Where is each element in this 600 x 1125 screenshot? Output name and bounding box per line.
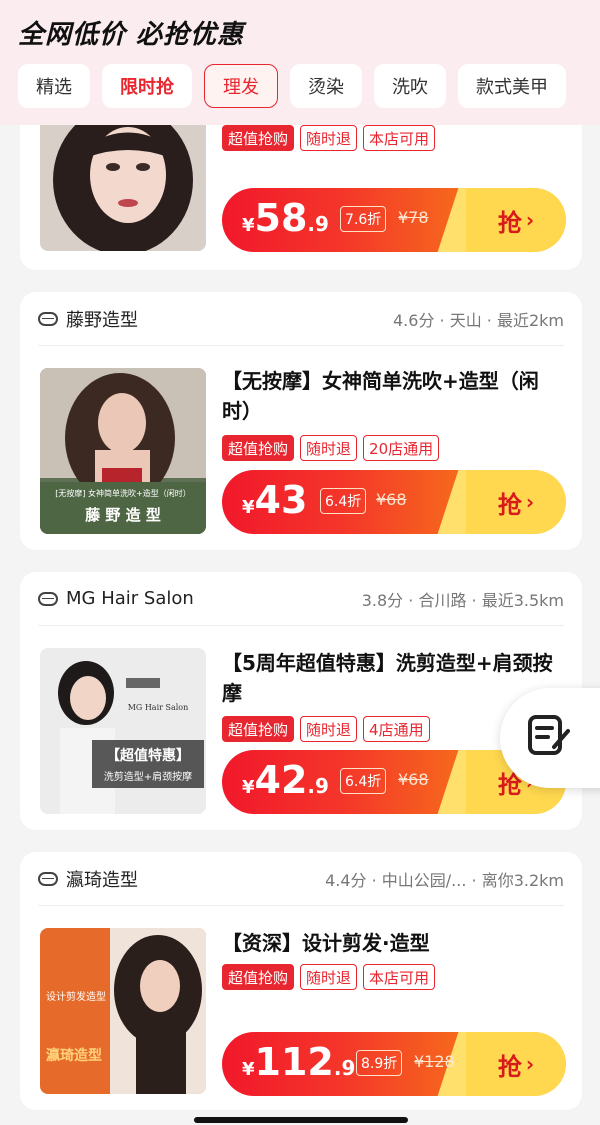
shop-header[interactable]: 藤野造型 4.6分 · 天山 · 最近2km bbox=[38, 292, 564, 346]
shop-icon bbox=[38, 871, 58, 886]
tab-perm-dye[interactable]: 烫染 bbox=[290, 64, 362, 108]
buy-bar[interactable]: ¥ 58 .9 7.6折 ¥78 抢 › bbox=[222, 188, 566, 252]
grab-button[interactable]: 抢 › bbox=[466, 1032, 566, 1096]
shop-name: 藤野造型 bbox=[66, 309, 138, 331]
deal-card[interactable]: MG Hair Salon 3.8分 · 合川路 · 最近3.5km MG Ha… bbox=[20, 572, 582, 830]
tag-scope: 4店通用 bbox=[363, 716, 430, 742]
original-price: ¥78 bbox=[398, 208, 429, 227]
deal-title[interactable]: 【无按摩】女神简单洗吹+造型（闲时） bbox=[222, 366, 566, 426]
original-price: ¥68 bbox=[376, 490, 407, 509]
tag-refund: 随时退 bbox=[300, 716, 358, 742]
shop-header[interactable]: 瀛琦造型 4.4分 · 中山公园/... · 离你3.2km bbox=[38, 852, 564, 906]
tab-haircut[interactable]: 理发 bbox=[204, 64, 278, 108]
tab-wash-blow[interactable]: 洗吹 bbox=[374, 64, 446, 108]
tag-scope: 20店通用 bbox=[363, 435, 440, 461]
shop-name: 瀛琦造型 bbox=[66, 869, 138, 891]
discount-badge: 7.6折 bbox=[340, 206, 387, 232]
deal-card[interactable]: 瀛琦造型 4.4分 · 中山公园/... · 离你3.2km 设计剪发造型 瀛琦… bbox=[20, 852, 582, 1110]
chevron-right-icon: › bbox=[525, 490, 535, 514]
shop-meta: 3.8分 · 合川路 · 最近3.5km bbox=[361, 590, 564, 610]
shop-meta: 4.6分 · 天山 · 最近2km bbox=[393, 310, 564, 330]
buy-bar[interactable]: ¥ 112 .9 8.9折 ¥128 抢 › bbox=[222, 1032, 566, 1096]
grab-button[interactable]: 抢 › bbox=[466, 470, 566, 534]
deal-tags: 超值抢购 随时退 4店通用 bbox=[222, 716, 430, 742]
floating-note-button[interactable] bbox=[500, 688, 600, 788]
shop-icon bbox=[38, 591, 58, 606]
tab-nail[interactable]: 款式美甲 bbox=[458, 64, 566, 108]
tag-refund: 随时退 bbox=[300, 964, 358, 990]
deal-tags: 超值抢购 随时退 本店可用 bbox=[222, 964, 436, 990]
chevron-right-icon: › bbox=[525, 208, 535, 232]
tag-scope: 本店可用 bbox=[363, 964, 436, 990]
tag-scope: 本店可用 bbox=[363, 125, 436, 151]
tab-featured[interactable]: 精选 bbox=[18, 64, 90, 108]
deal-thumbnail[interactable]: MG Hair Salon 【超值特惠】 洗剪造型+肩颈按摩 bbox=[40, 648, 206, 814]
deal-title[interactable]: 【资深】设计剪发·造型 bbox=[222, 928, 566, 958]
grab-button[interactable]: 抢 › bbox=[466, 188, 566, 252]
svg-text:[无按摩] 女神简单洗吹+造型（闲时）: [无按摩] 女神简单洗吹+造型（闲时） bbox=[55, 488, 191, 498]
original-price: ¥68 bbox=[398, 770, 429, 789]
top-header: 全网低价 必抢优惠 精选 限时抢 理发 烫染 洗吹 款式美甲 bbox=[0, 0, 600, 125]
deal-thumbnail[interactable]: [无按摩] 女神简单洗吹+造型（闲时） 藤 野 造 型 bbox=[40, 368, 206, 534]
shop-header[interactable]: MG Hair Salon 3.8分 · 合川路 · 最近3.5km bbox=[38, 572, 564, 626]
deal-price: ¥ 112 .9 bbox=[242, 1040, 356, 1084]
original-price: ¥128 bbox=[414, 1052, 455, 1071]
deal-price: ¥ 58 .9 bbox=[242, 196, 329, 240]
discount-badge: 8.9折 bbox=[356, 1050, 403, 1076]
svg-text:藤 野 造 型: 藤 野 造 型 bbox=[85, 506, 161, 524]
shop-name: MG Hair Salon bbox=[66, 588, 194, 609]
deal-card[interactable]: 藤野造型 4.6分 · 天山 · 最近2km [无按摩] 女神简单洗吹+造型（闲… bbox=[20, 292, 582, 550]
deal-price: ¥ 43 bbox=[242, 478, 308, 522]
tag-flash: 超值抢购 bbox=[222, 125, 295, 151]
home-indicator bbox=[194, 1117, 408, 1123]
discount-badge: 6.4折 bbox=[320, 488, 367, 514]
deal-thumbnail[interactable] bbox=[40, 125, 206, 251]
chevron-right-icon: › bbox=[525, 1052, 535, 1076]
svg-text:洗剪造型+肩颈按摩: 洗剪造型+肩颈按摩 bbox=[104, 770, 192, 783]
tag-flash: 超值抢购 bbox=[222, 716, 295, 742]
discount-badge: 6.4折 bbox=[340, 768, 387, 794]
deal-thumbnail[interactable]: 设计剪发造型 瀛琦造型 bbox=[40, 928, 206, 1094]
edit-note-icon bbox=[526, 713, 572, 763]
buy-bar[interactable]: ¥ 43 6.4折 ¥68 抢 › bbox=[222, 470, 566, 534]
svg-text:瀛琦造型: 瀛琦造型 bbox=[45, 1047, 102, 1064]
svg-text:MG Hair Salon: MG Hair Salon bbox=[128, 703, 189, 712]
svg-text:设计剪发造型: 设计剪发造型 bbox=[46, 990, 106, 1003]
page-title: 全网低价 必抢优惠 bbox=[18, 20, 245, 50]
deal-price: ¥ 42 .9 bbox=[242, 758, 329, 802]
deal-tags: 超值抢购 随时退 20店通用 bbox=[222, 435, 440, 461]
tag-refund: 随时退 bbox=[300, 125, 358, 151]
tab-flash-sale[interactable]: 限时抢 bbox=[102, 64, 192, 108]
svg-text:【超值特惠】: 【超值特惠】 bbox=[106, 747, 190, 764]
tag-flash: 超值抢购 bbox=[222, 435, 295, 461]
shop-meta: 4.4分 · 中山公园/... · 离你3.2km bbox=[325, 870, 564, 890]
tag-refund: 随时退 bbox=[300, 435, 358, 461]
tag-flash: 超值抢购 bbox=[222, 964, 295, 990]
shop-icon bbox=[38, 311, 58, 326]
deal-tags: 超值抢购 随时退 本店可用 bbox=[222, 125, 436, 151]
deal-card[interactable]: 超值抢购 随时退 本店可用 ¥ 58 .9 7.6折 ¥78 抢 › bbox=[20, 125, 582, 270]
category-tabs: 精选 限时抢 理发 烫染 洗吹 款式美甲 bbox=[18, 64, 600, 110]
deal-title[interactable]: 【5周年超值特惠】洗剪造型+肩颈按摩 bbox=[222, 648, 566, 708]
